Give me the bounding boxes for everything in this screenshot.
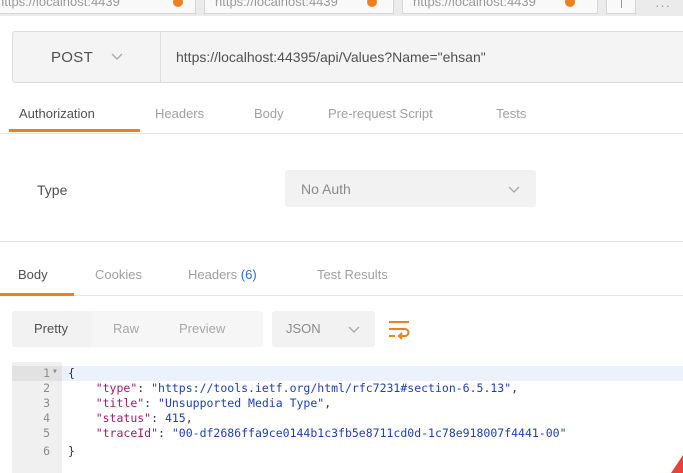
request-tab-3-label: https://localhost:4439 <box>413 0 536 9</box>
new-tab-button[interactable] <box>606 0 636 14</box>
code-token: "https://tools.ietf.org/html/rfc7231#sec… <box>151 381 512 395</box>
code-token: , <box>324 396 332 410</box>
code-line: 6} <box>12 444 683 459</box>
unsaved-dot-icon <box>367 0 377 7</box>
code-token: } <box>68 444 75 458</box>
line-number: 5 <box>12 426 62 441</box>
request-tabs: Authorization Headers Body Pre-request S… <box>0 98 683 134</box>
line-number: 6 <box>12 444 62 459</box>
more-tabs-icon[interactable]: ··· <box>655 0 671 13</box>
code-line: 1 ▾{ <box>12 366 683 381</box>
request-tab-1-label: https://localhost:4439 <box>0 0 120 9</box>
plus-icon <box>621 0 622 8</box>
tab-body[interactable]: Body <box>254 106 284 121</box>
code-token: "type" <box>95 381 138 395</box>
code-text: "type": "https://tools.ietf.org/html/rfc… <box>68 381 518 395</box>
method-select[interactable]: POST <box>13 32 161 82</box>
code-line: 3 "title": "Unsupported Media Type", <box>12 396 683 411</box>
response-tab-test-results[interactable]: Test Results <box>317 267 388 282</box>
code-text: "status": 415, <box>68 411 193 425</box>
tab-pre-request-script[interactable]: Pre-request Script <box>328 106 433 121</box>
language-select[interactable]: JSON <box>272 311 375 347</box>
raw-label: Raw <box>113 321 140 336</box>
headers-count-badge: (6) <box>240 267 257 282</box>
response-tab-headers-label: Headers <box>188 267 238 282</box>
corner-accent-mark <box>671 455 683 473</box>
preview-button[interactable]: Preview <box>157 311 263 347</box>
code-token: : <box>151 411 165 425</box>
auth-type-value: No Auth <box>301 181 351 197</box>
line-number: 3 <box>12 396 62 411</box>
line-number: 4 <box>12 411 62 426</box>
code-line: 4 "status": 415, <box>12 411 683 426</box>
tab-headers[interactable]: Headers <box>155 106 204 121</box>
chevron-down-icon <box>348 326 360 333</box>
code-text: "title": "Unsupported Media Type", <box>68 396 331 410</box>
request-tab-2-label: https://localhost:4439 <box>215 0 338 9</box>
auth-type-select[interactable]: No Auth <box>285 170 536 207</box>
code-token: , <box>511 381 519 395</box>
line-number: 2 <box>12 381 62 396</box>
code-token: "status" <box>95 411 152 425</box>
code-line: 2 "type": "https://tools.ietf.org/html/r… <box>12 381 683 396</box>
unsaved-dot-icon <box>565 0 575 7</box>
code-token: : <box>137 381 152 395</box>
chevron-down-icon <box>111 53 123 60</box>
code-token: "traceId" <box>95 426 159 440</box>
code-text: } <box>68 444 75 458</box>
response-tabs: Body Cookies Headers (6) Test Results <box>0 258 683 296</box>
pretty-label: Pretty <box>34 321 68 336</box>
code-line: 5 "traceId": "00-df2686ffa9ce0144b1c3fb5… <box>12 426 683 441</box>
code-text: { <box>68 366 75 380</box>
chevron-down-icon <box>508 186 520 193</box>
word-wrap-icon[interactable] <box>386 317 412 341</box>
tab-tests[interactable]: Tests <box>496 106 526 121</box>
tab-authorization[interactable]: Authorization <box>19 106 95 121</box>
language-label: JSON <box>286 321 321 336</box>
code-token: "00-df2686ffa9ce0144b1c3fb5e8711cd0d-1c7… <box>171 426 567 440</box>
code-token: 415 <box>164 411 186 425</box>
response-tab-body[interactable]: Body <box>18 267 48 282</box>
request-tab-strip: https://localhost:4439 https://localhost… <box>0 0 683 16</box>
code-token: "Unsupported Media Type" <box>158 396 325 410</box>
method-label: POST <box>51 49 94 66</box>
authorization-panel: Type No Auth <box>0 134 683 242</box>
raw-button[interactable]: Raw <box>91 311 157 347</box>
response-tab-cookies[interactable]: Cookies <box>95 267 142 282</box>
url-input[interactable]: https://localhost:44395/api/Values?Name=… <box>176 49 486 65</box>
request-tab-2[interactable]: https://localhost:4439 <box>204 0 394 14</box>
code-token: , <box>185 411 193 425</box>
code-token: "title" <box>95 396 145 410</box>
response-body-viewer[interactable]: 1 ▾{2 "type": "https://tools.ietf.org/htm… <box>12 362 683 473</box>
pretty-button[interactable]: Pretty <box>12 311 91 347</box>
code-token: { <box>68 366 75 380</box>
preview-label: Preview <box>179 321 226 336</box>
unsaved-dot-icon <box>173 0 183 7</box>
active-response-tab-indicator <box>0 293 74 296</box>
active-tab-indicator <box>9 129 140 132</box>
code-token: : <box>144 396 159 410</box>
auth-type-label: Type <box>37 182 68 198</box>
request-tab-1[interactable]: https://localhost:4439 <box>0 0 196 14</box>
request-bar: POST https://localhost:44395/api/Values?… <box>12 31 683 83</box>
code-token: : <box>158 426 172 440</box>
response-tab-headers[interactable]: Headers (6) <box>188 267 257 282</box>
request-tab-3[interactable]: https://localhost:4439 <box>402 0 598 14</box>
fold-toggle-icon[interactable]: ▾ <box>52 366 58 377</box>
code-text: "traceId": "00-df2686ffa9ce0144b1c3fb5e8… <box>68 426 567 440</box>
